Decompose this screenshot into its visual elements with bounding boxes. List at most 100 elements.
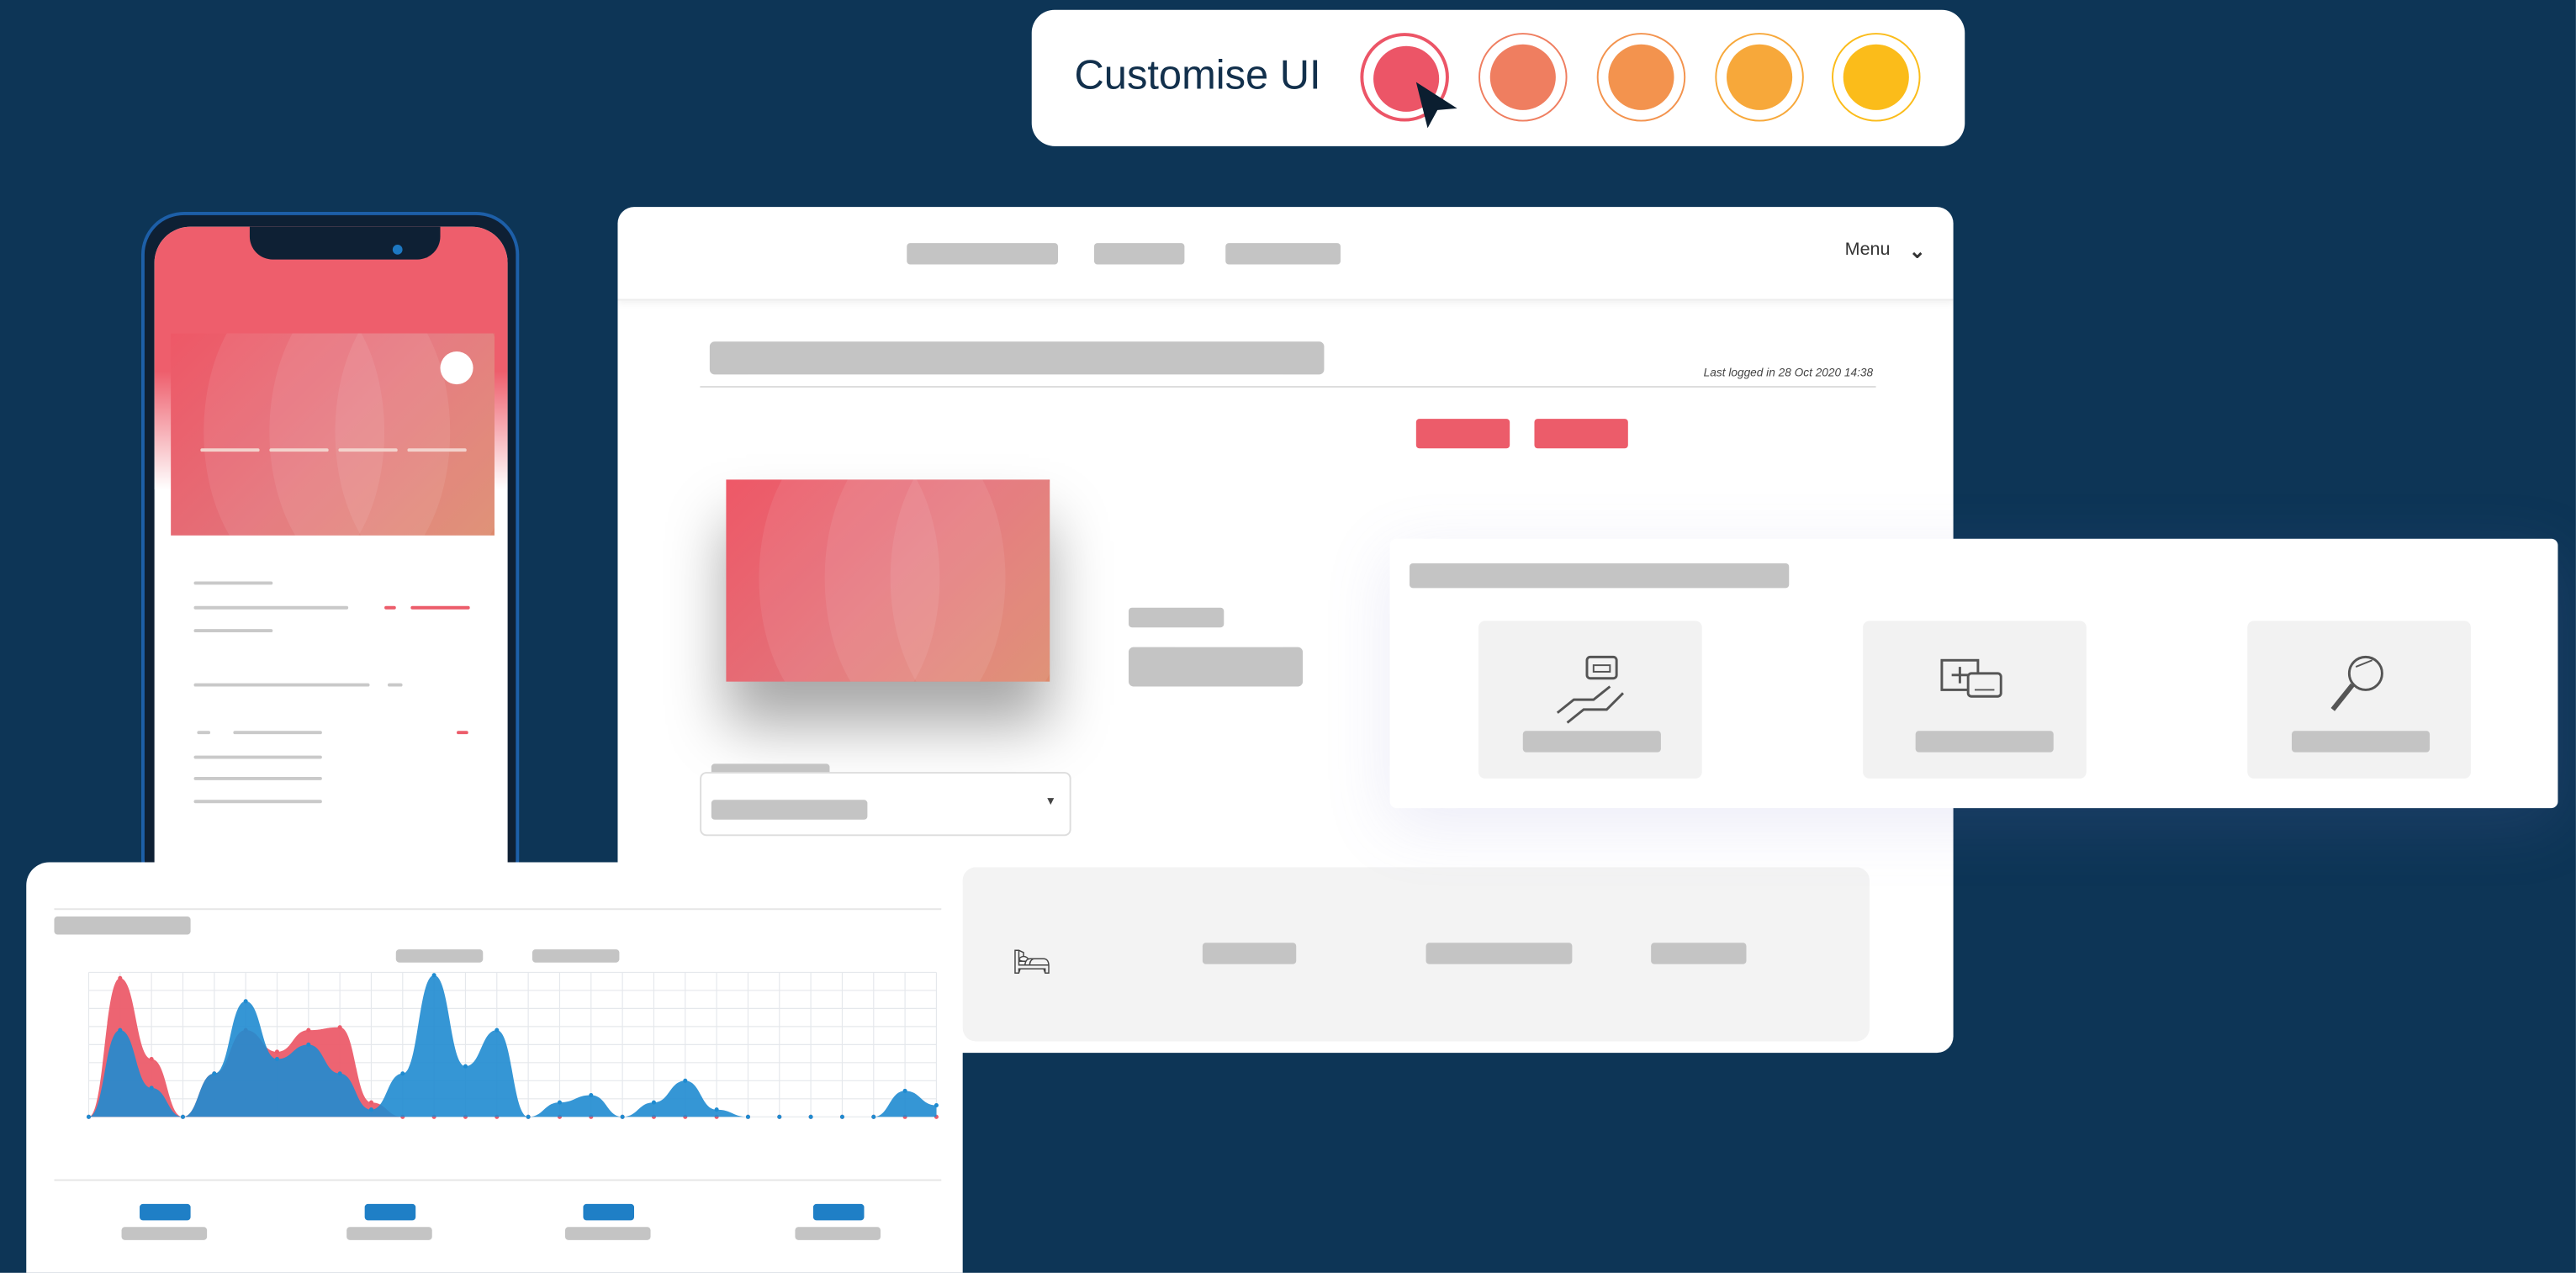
stage: Customise UI Menu ⌄ Last logged in 28 Oc… — [0, 0, 2576, 1273]
data-point — [495, 1027, 500, 1033]
phone-screen — [154, 226, 508, 899]
data-point — [934, 1103, 939, 1108]
feature-label-3 — [2291, 731, 2431, 753]
stat-label-1 — [121, 1227, 208, 1240]
feature-label-1 — [1522, 731, 1661, 753]
account-dropdown[interactable]: ▼ — [700, 772, 1071, 837]
data-point — [526, 1114, 531, 1119]
stat-chip-4 — [812, 1203, 865, 1221]
card-number-3 — [338, 448, 398, 452]
data-point — [368, 1100, 374, 1105]
chart-top-divider — [54, 908, 942, 911]
data-point — [86, 1114, 92, 1119]
data-point — [368, 1107, 374, 1112]
chevron-down-icon: ▼ — [1045, 796, 1057, 809]
data-point — [431, 973, 436, 978]
data-point — [902, 1088, 907, 1093]
feature-tile-2[interactable] — [1863, 621, 2087, 779]
data-point — [714, 1107, 719, 1112]
phone-line — [193, 605, 349, 610]
bottom-label-1 — [1202, 943, 1297, 964]
data-point — [337, 1071, 342, 1076]
phone-accent — [457, 731, 468, 735]
page-title-placeholder — [709, 341, 1325, 375]
camera-icon — [392, 245, 403, 255]
phone-line — [193, 776, 322, 780]
data-point — [777, 1114, 782, 1119]
feature-tile-3[interactable] — [2247, 621, 2471, 779]
phone-line — [193, 629, 273, 633]
dropdown-value — [711, 800, 868, 820]
swatch-dot — [1608, 44, 1674, 110]
card-value-placeholder — [1128, 647, 1304, 687]
data-point — [463, 1064, 468, 1069]
stat-label-2 — [346, 1227, 432, 1240]
customise-title: Customise UI — [1074, 52, 1321, 99]
data-point — [337, 1025, 342, 1030]
chevron-down-icon[interactable]: ⌄ — [1909, 240, 1926, 262]
phone-line — [193, 581, 273, 585]
data-point — [274, 1057, 280, 1062]
nav-link-3[interactable] — [1225, 243, 1341, 265]
action-button-1[interactable] — [1415, 419, 1510, 449]
features-title-placeholder — [1410, 563, 1790, 589]
stat-chip-3 — [583, 1203, 635, 1221]
area-chart — [86, 971, 939, 1119]
phone-line — [193, 683, 370, 687]
bottom-label-3 — [1651, 943, 1747, 964]
data-point — [274, 1049, 280, 1054]
phone-line — [197, 731, 211, 735]
data-point — [620, 1114, 625, 1119]
data-point — [400, 1071, 405, 1076]
hand-card-icon — [1556, 655, 1624, 724]
bottom-label-2 — [1426, 943, 1573, 964]
bed-icon: 🛏 — [1012, 946, 1052, 981]
stat-label-4 — [795, 1227, 881, 1240]
data-point — [243, 999, 248, 1004]
data-point — [651, 1100, 656, 1105]
data-point — [212, 1071, 217, 1076]
card-decor — [890, 479, 1050, 682]
data-point — [808, 1114, 813, 1119]
chart-bottom-divider — [54, 1179, 942, 1181]
card-logo-dot — [440, 351, 473, 385]
last-logged-text: Last logged in 28 Oct 2020 14:38 — [1703, 367, 1874, 380]
customise-panel: Customise UI — [1031, 9, 1965, 146]
data-point — [745, 1114, 750, 1119]
title-divider — [700, 386, 1876, 388]
color-swatch-2[interactable] — [1478, 33, 1568, 122]
magnifier-icon — [2330, 655, 2383, 711]
data-point — [871, 1114, 876, 1119]
desktop-header: Menu ⌄ — [617, 207, 1954, 301]
data-point — [180, 1114, 186, 1119]
card-number-4 — [407, 448, 467, 452]
color-swatch-3[interactable] — [1596, 33, 1686, 122]
action-button-2[interactable] — [1534, 419, 1628, 449]
color-swatch-5[interactable] — [1832, 33, 1921, 122]
phone-line — [388, 683, 403, 687]
phone-mockup — [140, 211, 520, 902]
data-point — [306, 1042, 311, 1047]
nav-link-2[interactable] — [1093, 243, 1185, 265]
data-point — [149, 1085, 154, 1091]
feature-tile-1[interactable] — [1478, 621, 1702, 779]
features-card — [1389, 538, 2558, 809]
bottom-panel: 🛏 — [962, 867, 1870, 1042]
swatch-dot — [1489, 44, 1556, 110]
data-point — [306, 1027, 311, 1033]
chart-card — [26, 862, 963, 1273]
stat-label-3 — [564, 1227, 651, 1240]
legend-item-1[interactable] — [395, 949, 484, 963]
swatch-dot — [1843, 44, 1909, 110]
data-point — [839, 1114, 844, 1119]
phone-accent — [410, 605, 470, 610]
color-swatch-4[interactable] — [1715, 33, 1804, 122]
series-area-2 — [88, 975, 937, 1117]
nav-link-1[interactable] — [907, 243, 1058, 265]
bank-card[interactable] — [726, 479, 1050, 682]
chart-title-placeholder — [54, 916, 191, 935]
legend-item-2[interactable] — [532, 949, 620, 963]
phone-accent — [384, 605, 396, 610]
menu-button[interactable]: Menu — [1845, 240, 1891, 259]
cursor-icon — [1415, 82, 1457, 129]
